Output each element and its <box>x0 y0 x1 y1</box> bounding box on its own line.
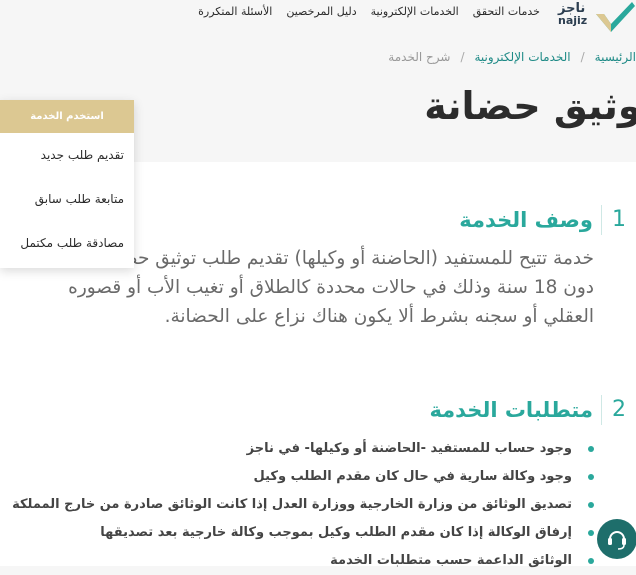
chat-support-button[interactable] <box>597 519 636 559</box>
page-title: توثيق حضانة <box>424 84 636 128</box>
section-requirements-header: 2 متطلبات الخدمة <box>429 395 636 425</box>
headset-icon <box>608 531 626 550</box>
breadcrumb: الرئيسية / الخدمات الإلكترونية / شرح الخ… <box>388 50 636 64</box>
description-line: العقلي أو سجنه بشرط ألا يكون هناك نزاع ع… <box>164 306 594 327</box>
logo-text-en: najiz <box>558 14 588 27</box>
use-service-menu: استخدم الخدمة تقديم طلب جديد متابعة طلب … <box>0 100 134 268</box>
najiz-check-icon <box>596 2 635 32</box>
bullet-icon <box>588 530 594 536</box>
list-item: إرفاق الوكالة إذا كان مقدم الطلب وكيل بم… <box>36 519 596 547</box>
description-line: دون 18 سنة وذلك في حالات محددة كالطلاق أ… <box>68 277 594 298</box>
requirement-text: تصديق الوثائق من وزارة الخارجية ووزارة ا… <box>12 497 572 512</box>
menu-item-new-request[interactable]: تقديم طلب جديد <box>0 133 134 177</box>
section-number: 2 <box>601 395 636 425</box>
nav-link-faq[interactable]: الأسئلة المتكررة <box>198 5 272 18</box>
bullet-icon <box>588 502 594 508</box>
top-nav-links: خدمات التحقق الخدمات الإلكترونية دليل ال… <box>198 5 540 18</box>
menu-item-authenticate-request[interactable]: مصادقة طلب مكتمل <box>0 221 134 265</box>
nav-link-licensees[interactable]: دليل المرخصين <box>286 5 356 18</box>
bullet-icon <box>588 446 594 452</box>
bullet-icon <box>588 558 594 564</box>
section-description-header: 1 وصف الخدمة <box>459 205 636 235</box>
section-title: متطلبات الخدمة <box>429 398 593 422</box>
nav-link-verification[interactable]: خدمات التحقق <box>473 5 540 18</box>
list-item: الوثائق الداعمة حسب متطلبات الخدمة <box>36 547 596 575</box>
breadcrumb-eservices[interactable]: الخدمات الإلكترونية <box>474 50 570 64</box>
requirement-text: وجود حساب للمستفيد -الحاضنة أو وكيلها- ف… <box>246 441 572 456</box>
top-navigation: خدمات التحقق الخدمات الإلكترونية دليل ال… <box>0 0 636 40</box>
list-item: وجود وكالة سارية في حال كان مقدم الطلب و… <box>36 463 596 491</box>
section-title: وصف الخدمة <box>459 208 593 232</box>
nav-link-eservices[interactable]: الخدمات الإلكترونية <box>371 5 459 18</box>
list-item: تصديق الوثائق من وزارة الخارجية ووزارة ا… <box>12 491 596 519</box>
requirement-text: وجود وكالة سارية في حال كان مقدم الطلب و… <box>253 469 572 484</box>
requirement-text: إرفاق الوكالة إذا كان مقدم الطلب وكيل بم… <box>100 525 572 540</box>
section-number: 1 <box>601 205 636 235</box>
list-item: وجود حساب للمستفيد -الحاضنة أو وكيلها- ف… <box>36 435 596 463</box>
najiz-logo[interactable]: ناجز najiz <box>544 0 636 36</box>
breadcrumb-current: شرح الخدمة <box>388 50 451 64</box>
menu-item-track-request[interactable]: متابعة طلب سابق <box>0 177 134 221</box>
breadcrumb-home[interactable]: الرئيسية <box>595 50 636 64</box>
breadcrumb-separator: / <box>460 50 465 64</box>
bullet-icon <box>588 474 594 480</box>
breadcrumb-separator: / <box>580 50 585 64</box>
use-service-button[interactable]: استخدم الخدمة <box>0 100 134 133</box>
requirements-list: وجود حساب للمستفيد -الحاضنة أو وكيلها- ف… <box>12 435 596 575</box>
